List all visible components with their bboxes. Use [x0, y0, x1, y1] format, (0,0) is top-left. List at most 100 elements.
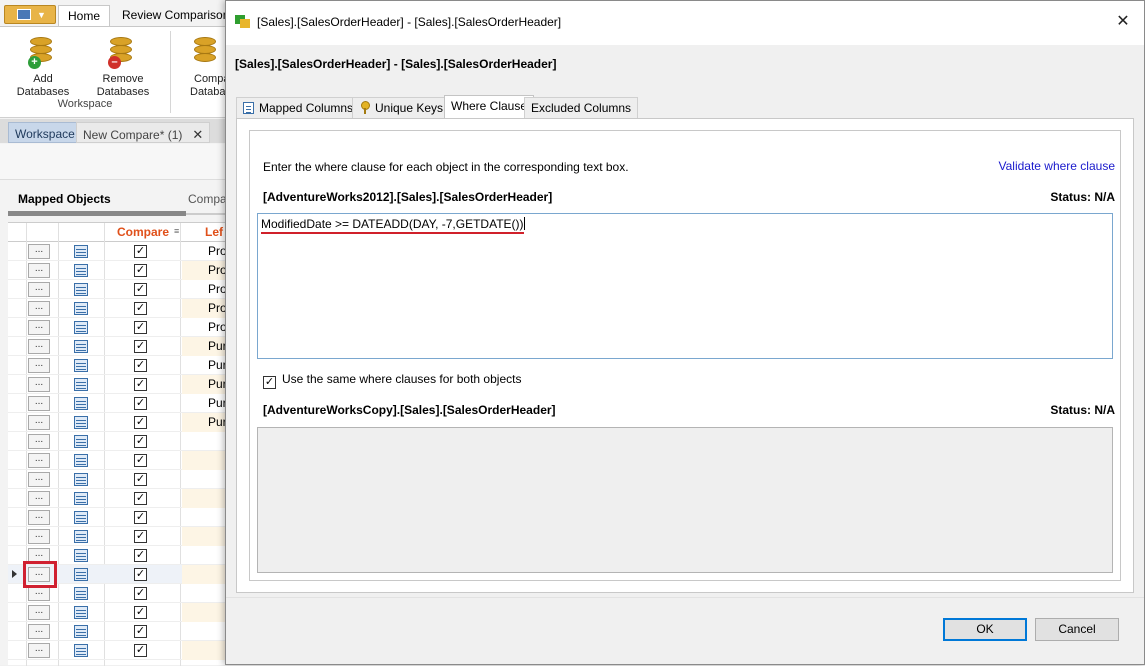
edit-where-clause-button[interactable]: ... — [28, 377, 50, 392]
compare-checkbox[interactable]: ✓ — [134, 359, 147, 372]
edit-where-clause-button[interactable]: ... — [28, 244, 50, 259]
cancel-button[interactable]: Cancel — [1035, 618, 1119, 641]
left-where-clause-input[interactable]: ModifiedDate >= DATEADD(DAY, -7,GETDATE(… — [257, 213, 1113, 359]
table-row[interactable]: ... ✓ Pur — [8, 375, 230, 394]
close-icon[interactable]: ✕ — [1110, 11, 1136, 35]
left-object-cell — [182, 546, 230, 565]
edit-where-clause-button[interactable]: ... — [28, 510, 50, 525]
same-where-clause-checkbox[interactable]: ✓ — [263, 376, 276, 389]
grid-header-left[interactable]: Lef — [205, 225, 223, 239]
compare-checkbox[interactable]: ✓ — [134, 454, 147, 467]
table-row[interactable]: ... ✓ Pro — [8, 261, 230, 280]
table-row[interactable]: ... ✓ — [8, 527, 230, 546]
compare-checkbox[interactable]: ✓ — [134, 302, 147, 315]
compare-checkbox[interactable]: ✓ — [134, 606, 147, 619]
ribbon-group-separator — [170, 31, 171, 113]
tab-mapped-columns-label: Mapped Columns — [259, 101, 354, 115]
table-row[interactable]: ... ✓ Pro — [8, 299, 230, 318]
table-icon — [74, 302, 88, 315]
doc-tab-workspace[interactable]: Workspace — [8, 122, 82, 143]
validate-where-clause-link[interactable]: Validate where clause — [998, 159, 1115, 173]
edit-where-clause-button[interactable]: ... — [28, 358, 50, 373]
compare-checkbox[interactable]: ✓ — [134, 245, 147, 258]
compare-checkbox[interactable]: ✓ — [134, 625, 147, 638]
dialog-titlebar[interactable]: [Sales].[SalesOrderHeader] - [Sales].[Sa… — [226, 1, 1144, 45]
same-where-clause-option[interactable]: ✓ Use the same where clauses for both obj… — [263, 372, 521, 389]
table-row[interactable]: ... ✓ Pur — [8, 413, 230, 432]
remove-databases-button[interactable]: – Remove Databases — [88, 33, 158, 99]
edit-where-clause-button[interactable]: ... — [28, 472, 50, 487]
table-row[interactable]: ... ✓ Pro — [8, 242, 230, 261]
ribbon-tab-home[interactable]: Home — [58, 5, 111, 27]
table-row[interactable]: ... ✓ Pur — [8, 337, 230, 356]
table-row[interactable]: ... ✓ — [8, 432, 230, 451]
compare-checkbox[interactable]: ✓ — [134, 644, 147, 657]
edit-where-clause-button[interactable]: ... — [28, 453, 50, 468]
table-row[interactable]: ... ✓ — [8, 508, 230, 527]
ok-button[interactable]: OK — [943, 618, 1027, 641]
table-row[interactable]: ... ✓ Pur — [8, 356, 230, 375]
tab-where-clause-label: Where Clause — [451, 99, 528, 113]
compare-checkbox[interactable]: ✓ — [134, 511, 147, 524]
tab-excluded-columns[interactable]: Excluded Columns — [524, 97, 639, 118]
edit-where-clause-button[interactable]: ... — [28, 415, 50, 430]
application-menu-button[interactable]: ▼ — [4, 5, 56, 24]
edit-where-clause-button[interactable]: ... — [28, 320, 50, 335]
tab-mapped-columns[interactable]: Mapped Columns — [236, 97, 361, 118]
edit-where-clause-button[interactable]: ... — [28, 643, 50, 658]
compare-checkbox[interactable]: ✓ — [134, 283, 147, 296]
compare-checkbox[interactable]: ✓ — [134, 340, 147, 353]
remove-databases-label-1: Remove — [102, 73, 144, 85]
edit-where-clause-button[interactable]: ... — [28, 529, 50, 544]
compare-checkbox[interactable]: ✓ — [134, 492, 147, 505]
tab-where-clause[interactable]: Where Clause — [444, 95, 535, 118]
compare-checkbox[interactable]: ✓ — [134, 397, 147, 410]
edit-where-clause-button[interactable]: ... — [28, 605, 50, 620]
ribbon-tab-review-comparison[interactable]: Review Comparison — [113, 5, 238, 27]
compare-checkbox[interactable]: ✓ — [134, 321, 147, 334]
doc-tab-new-compare[interactable]: New Compare* (1) ✕ — [76, 122, 211, 143]
edit-where-clause-button[interactable]: ... — [28, 396, 50, 411]
table-row[interactable]: ... ✓ — [8, 641, 230, 660]
table-row[interactable]: ... ✓ Pro — [8, 280, 230, 299]
compare-checkbox[interactable]: ✓ — [134, 378, 147, 391]
compare-checkbox[interactable]: ✓ — [134, 264, 147, 277]
edit-where-clause-button[interactable]: ... — [28, 586, 50, 601]
edit-where-clause-button[interactable]: ... — [28, 434, 50, 449]
table-row[interactable]: ... ✓ — [8, 470, 230, 489]
compare-checkbox[interactable]: ✓ — [134, 530, 147, 543]
table-row[interactable]: ... ✓ — [8, 489, 230, 508]
left-object-cell: Pur — [182, 337, 230, 356]
add-databases-button[interactable]: + Add Databases — [8, 33, 78, 99]
edit-where-clause-button[interactable]: ... — [28, 282, 50, 297]
compare-checkbox[interactable]: ✓ — [134, 416, 147, 429]
edit-where-clause-button[interactable]: ... — [28, 263, 50, 278]
table-icon — [74, 530, 88, 543]
compare-checkbox[interactable]: ✓ — [134, 473, 147, 486]
left-object-cell — [182, 508, 230, 527]
edit-where-clause-button[interactable]: ... — [28, 491, 50, 506]
compare-section-title[interactable]: Compa — [188, 192, 227, 206]
table-row[interactable]: ... ✓ Pro — [8, 318, 230, 337]
compare-toolbar — [0, 144, 230, 180]
table-icon — [74, 359, 88, 372]
table-row[interactable]: ... ✓ Pur — [8, 394, 230, 413]
edit-where-clause-button[interactable]: ... — [28, 624, 50, 639]
table-row[interactable]: ... ✓ — [8, 622, 230, 641]
filter-icon[interactable]: ≡ — [174, 226, 179, 236]
compare-checkbox[interactable]: ✓ — [134, 587, 147, 600]
table-row[interactable]: ... ✓ — [8, 451, 230, 470]
left-object-cell — [182, 527, 230, 546]
edit-where-clause-button[interactable]: ... — [28, 339, 50, 354]
table-row[interactable]: ... ✓ — [8, 603, 230, 622]
close-icon[interactable]: ✕ — [192, 127, 203, 142]
compare-checkbox[interactable]: ✓ — [134, 568, 147, 581]
grid-header-compare[interactable]: Compare — [106, 225, 180, 239]
compare-checkbox[interactable]: ✓ — [134, 549, 147, 562]
compare-checkbox[interactable]: ✓ — [134, 435, 147, 448]
current-row-indicator-icon — [12, 570, 17, 578]
mapped-objects-title[interactable]: Mapped Objects — [18, 192, 111, 206]
edit-where-clause-button[interactable]: ... — [28, 301, 50, 316]
tab-unique-keys[interactable]: Unique Keys — [352, 97, 451, 118]
left-object-cell — [182, 451, 230, 470]
